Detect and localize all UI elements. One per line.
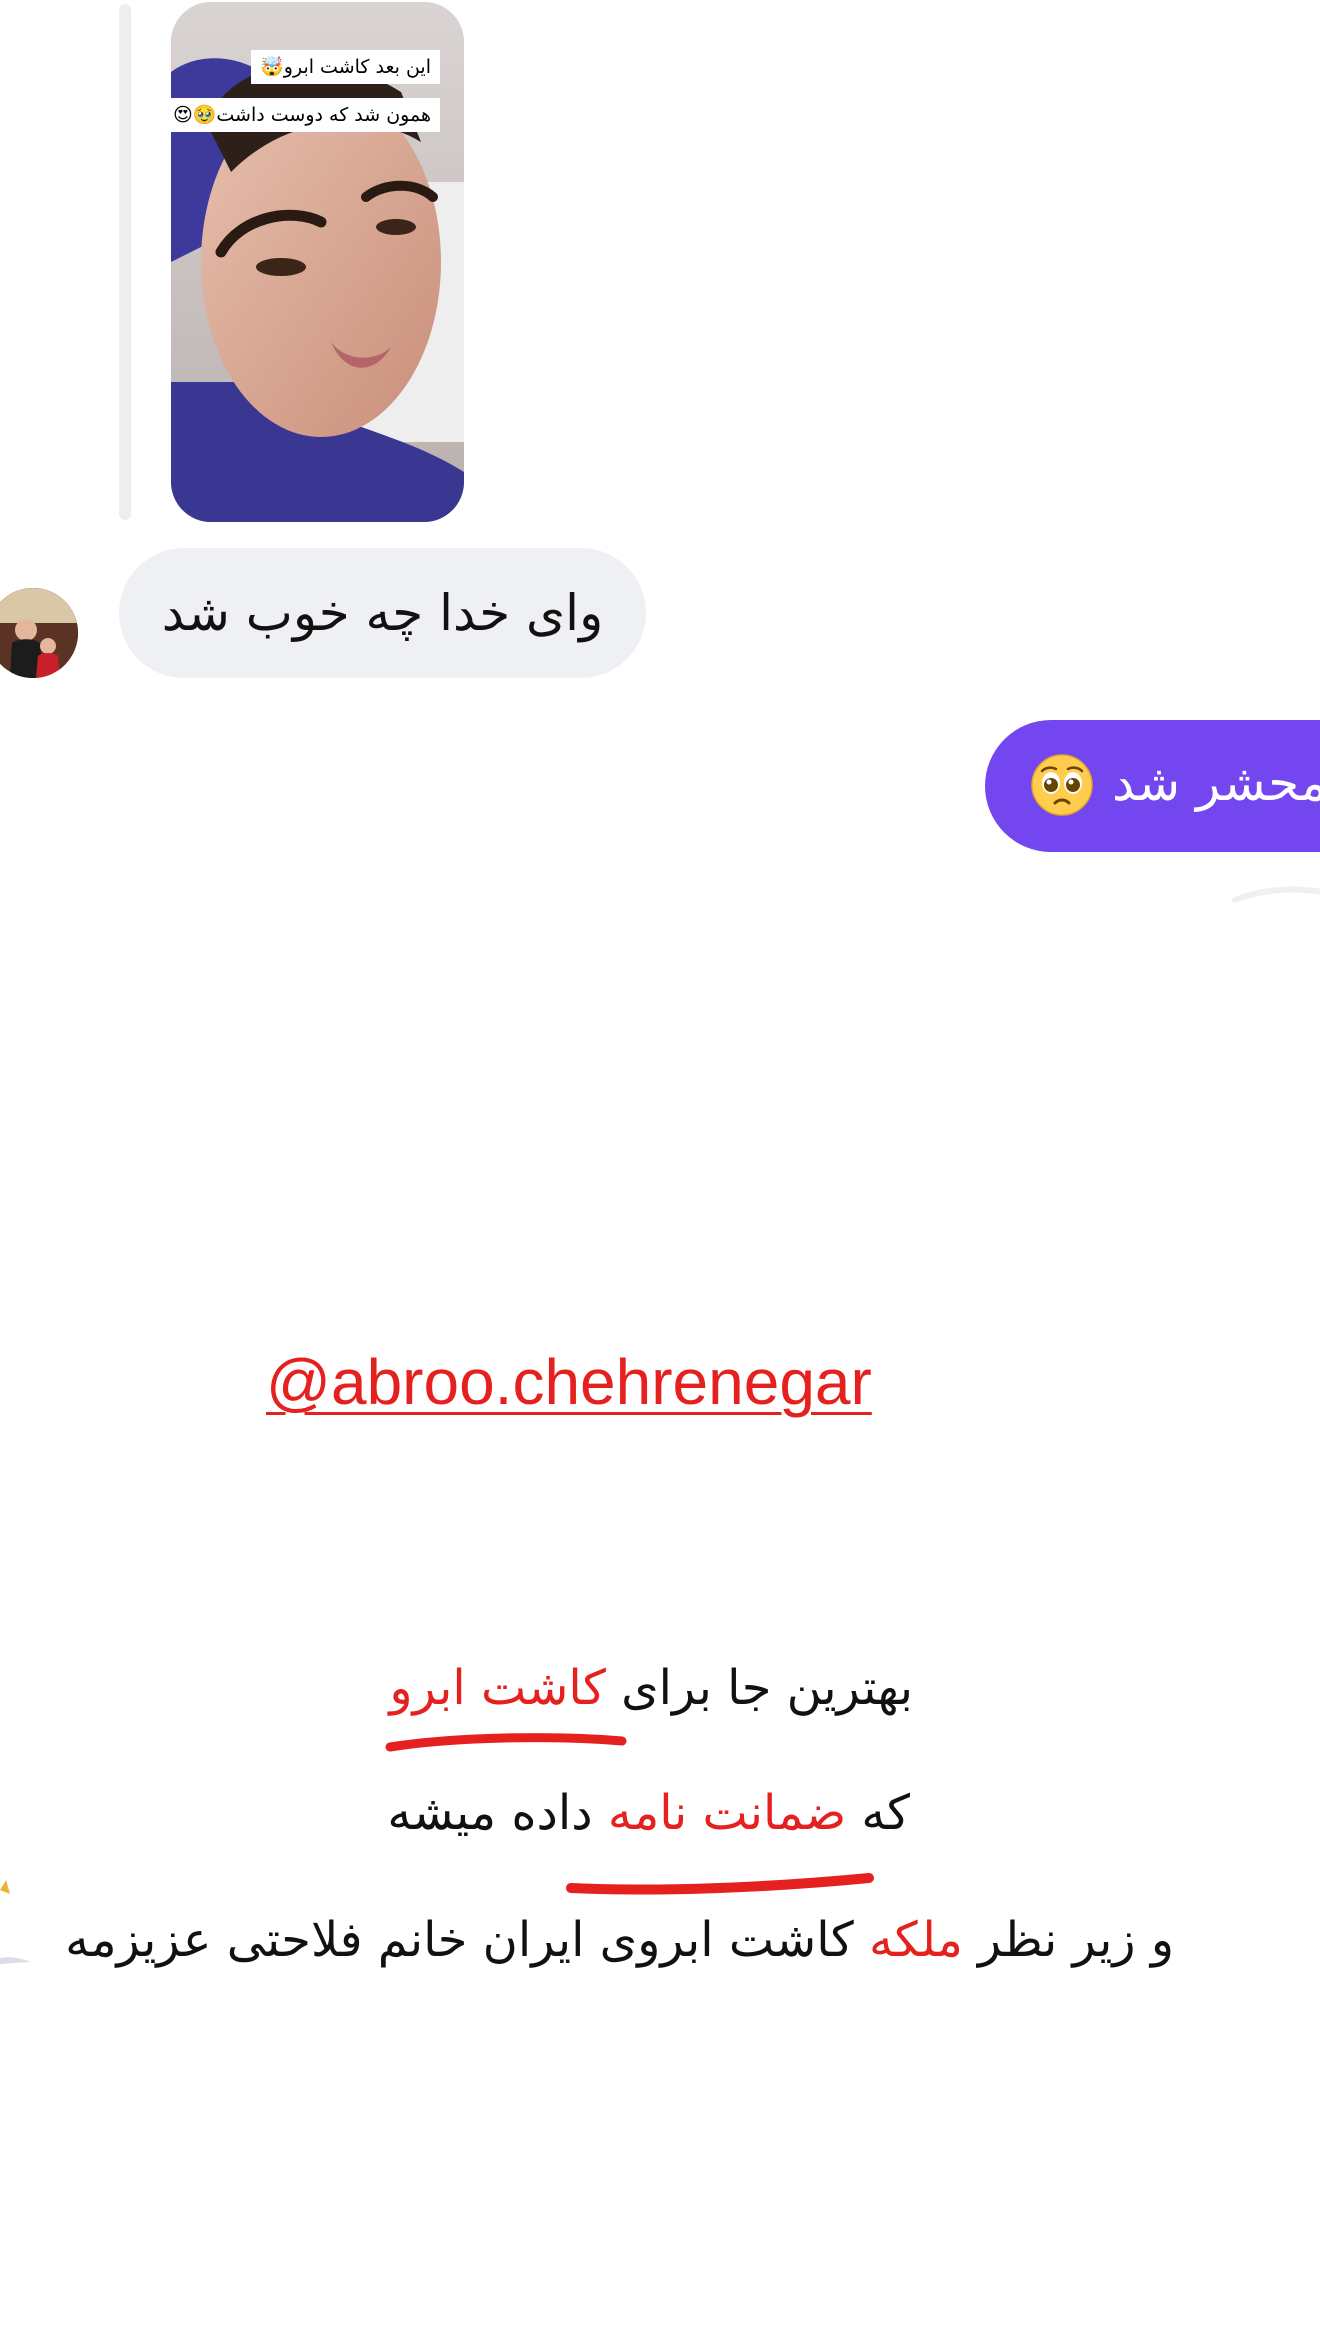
bubble-tail-decoration [1232, 886, 1320, 903]
edge-decoration [0, 1880, 30, 1964]
incoming-message-text: وای خدا چه خوب شد [161, 584, 604, 642]
promo-line-1-highlight: کاشت ابرو [389, 1660, 606, 1716]
promo-line-2-rest: داده میشه [387, 1785, 608, 1841]
promo-line-3-text: و زیر نظر [962, 1912, 1174, 1968]
story-caption-2: همون شد که دوست داشت🥹😍 [171, 98, 440, 132]
pleading-face-icon [1031, 754, 1093, 816]
instagram-handle-link[interactable]: @abroo.chehrenegar [266, 1345, 916, 1419]
story-caption-1: این بعد کاشت ابرو🤯 [251, 50, 440, 84]
outgoing-message-text: محشر شد [1112, 754, 1320, 812]
outgoing-message-bubble[interactable]: محشر شد [985, 720, 1320, 852]
highlight-underline-1 [385, 1733, 627, 1752]
promo-line-2-text: که [846, 1785, 910, 1841]
promo-line-3: و زیر نظر ملکه کاشت ابروی ایران خانم فلا… [65, 1912, 1174, 1968]
highlight-underline-2 [566, 1873, 874, 1895]
incoming-message-bubble[interactable]: وای خدا چه خوب شد [119, 548, 646, 678]
promo-line-2-highlight: ضمانت نامه [607, 1785, 847, 1841]
promo-line-2: که ضمانت نامه داده میشه [387, 1785, 910, 1841]
promo-line-3-rest: کاشت ابروی ایران خانم فلاحتی عزیزمه [65, 1912, 869, 1968]
reply-quote-bar [119, 4, 131, 520]
avatar-photo [0, 588, 78, 678]
promo-line-1: بهترین جا برای کاشت ابرو [389, 1660, 913, 1716]
promo-line-3-highlight: ملکه [868, 1912, 963, 1968]
promo-line-1-text: بهترین جا برای [605, 1660, 913, 1716]
sender-avatar[interactable] [0, 588, 78, 678]
story-thumbnail[interactable]: این بعد کاشت ابرو🤯 همون شد که دوست داشت🥹… [171, 2, 464, 522]
